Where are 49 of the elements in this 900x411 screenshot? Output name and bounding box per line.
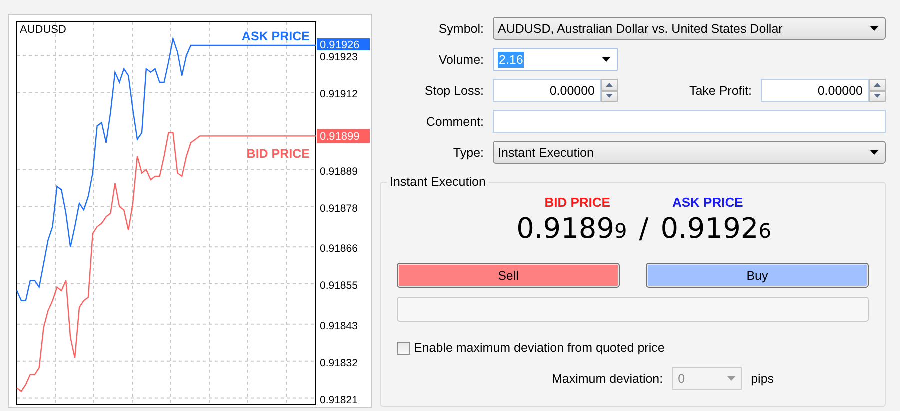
axis-label: 0.91912 [320,88,358,101]
price-tag: 0.91926 [317,38,370,52]
price-tag: 0.91899 [317,129,370,144]
axis-label: 0.91832 [320,357,358,370]
down-arrow-icon [874,94,881,98]
bid-price: 0.91899 [516,212,628,245]
up-arrow-icon [606,82,613,87]
field-label: Type: [453,146,484,160]
axis-label: 0.91821 [320,394,358,406]
field-label: Stop Loss: [424,84,484,98]
caret-icon [602,57,611,62]
checkbox[interactable] [397,342,410,354]
axis-label: 0.91878 [320,202,358,215]
down-arrow-icon [606,94,613,98]
field-label: Comment: [426,114,484,128]
symbol-dropdown[interactable]: AUDUSD, Australian Dollar vs. United States Dollar [493,17,886,40]
trade-button[interactable]: Sell [397,263,620,288]
type-dropdown[interactable]: Instant Execution [493,141,886,164]
spin-down-button[interactable] [869,90,886,102]
caret-icon [870,150,879,155]
up-arrow-icon [874,82,881,87]
chart-annotation: ASK PRICE [242,30,310,44]
caret-icon [727,376,736,381]
chart-annotation: BID PRICE [246,147,310,162]
spin-down-button[interactable] [601,90,618,102]
group-title: Instant Execution [387,175,489,189]
spin-up-button[interactable] [869,79,886,90]
axis-label: 0.91843 [320,320,358,332]
checkbox-label: Enable maximum deviation from quoted price [414,341,665,355]
trade-button[interactable]: Buy [646,263,869,288]
spin-up-button[interactable] [601,79,618,90]
caret-icon [870,26,879,31]
comment-field[interactable] [493,110,886,133]
field-label: Symbol: [438,22,484,36]
axis-label: 0.91889 [320,166,358,178]
field-label: Maximum deviation: [552,372,664,386]
unit-label: pips [751,372,774,386]
field-label: Volume: [438,52,484,66]
ask-price: 0.91926 [660,212,772,245]
axis-label: 0.91866 [320,243,358,256]
price-label: BID PRICE [544,195,610,210]
price-separator: / [639,212,649,245]
number-field[interactable]: 0.00000 [761,79,869,102]
number-field[interactable]: 0.00000 [493,79,601,102]
field-label: Take Profit: [689,84,752,98]
axis-label: 0.91855 [320,280,358,292]
symbol-label: AUDUSD [20,24,66,36]
price-label: ASK PRICE [672,195,744,210]
axis-label: 0.91923 [320,52,358,64]
